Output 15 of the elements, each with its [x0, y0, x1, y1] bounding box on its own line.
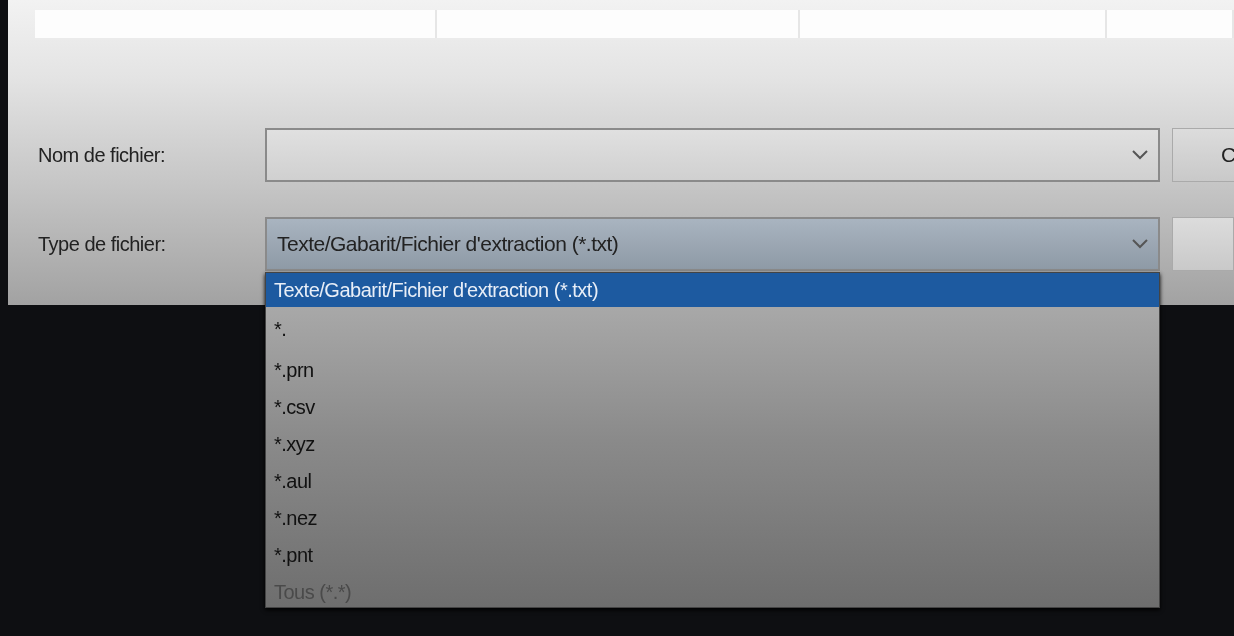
chevron-down-icon: [1132, 239, 1148, 249]
dropdown-option[interactable]: *.aul: [266, 463, 1159, 500]
dropdown-option[interactable]: *.prn: [266, 352, 1159, 389]
dropdown-option[interactable]: *.nez: [266, 500, 1159, 537]
dropdown-option[interactable]: *.csv: [266, 389, 1159, 426]
field-label: Nom de fichier:: [37, 143, 166, 167]
file-type-combobox[interactable]: Texte/Gabarit/Fichier d'extraction (*.txt): [265, 217, 1160, 271]
field-label: Type de fichier:: [37, 232, 167, 256]
dropdown-option[interactable]: *.: [266, 307, 1159, 352]
dropdown-option[interactable]: *.pnt: [266, 537, 1159, 574]
dropdown-option[interactable]: *.xyz: [266, 426, 1159, 463]
dropdown-option[interactable]: Texte/Gabarit/Fichier d'extraction (*.txt): [266, 273, 1159, 307]
file-name-combobox[interactable]: [265, 128, 1160, 182]
dialog-button[interactable]: [1172, 217, 1234, 271]
chevron-down-icon: [1132, 150, 1148, 160]
